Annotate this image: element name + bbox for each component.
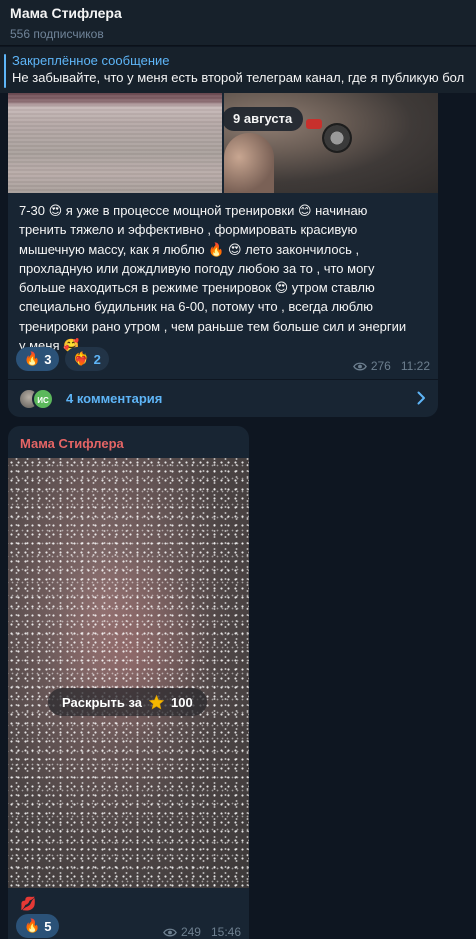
eye-icon <box>352 362 367 370</box>
comments-button[interactable]: ИС 4 комментария <box>8 379 438 417</box>
photo-wheel <box>322 123 352 153</box>
eye-icon <box>163 928 177 936</box>
view-count: 249 <box>180 925 201 939</box>
avatar: ИС <box>32 387 54 410</box>
message-bubble-post1: 9 августа 7-30 😍 я уже в процессе мощной… <box>8 93 438 417</box>
reaction-fire[interactable]: 🔥 5 <box>16 914 60 938</box>
reaction-fire[interactable]: 🔥 3 <box>16 347 60 371</box>
pinned-indicator <box>4 54 6 88</box>
reaction-count: 2 <box>93 351 101 367</box>
sender-name[interactable]: Мама Стифлера <box>20 436 124 451</box>
comments-label: 4 комментария <box>66 391 163 406</box>
message-line: специально будильник на 6-00, потому что… <box>19 299 373 315</box>
date-pill: 9 августа <box>222 107 304 131</box>
star-icon <box>148 694 165 709</box>
channel-header[interactable]: Мама Стифлера 556 подписчиков <box>0 0 476 46</box>
message-text: 7-30 😍 я уже в процессе мощной тренировк… <box>19 201 431 355</box>
message-time: 11:22 <box>400 359 430 373</box>
unlock-paid-media-button[interactable]: Раскрыть за 100 <box>48 688 207 716</box>
photo-object <box>306 119 322 129</box>
paid-media-preview[interactable]: Раскрыть за 100 <box>8 458 249 888</box>
unlock-price: 100 <box>171 694 193 710</box>
photo-hand <box>224 133 274 193</box>
pinned-message-bar[interactable]: Закреплённое сообщение Не забывайте, что… <box>0 47 476 93</box>
reactions: 🔥 5 <box>16 914 60 938</box>
message-text: 💋 <box>20 896 37 911</box>
channel-title[interactable]: Мама Стифлера <box>10 4 466 22</box>
message-line: тренировки рано утром , чем раньше тем б… <box>19 318 407 334</box>
heart-fire-icon: ❤️‍🔥 <box>73 351 90 366</box>
post-photo-1[interactable] <box>8 93 222 193</box>
fire-icon: 🔥 <box>24 918 41 933</box>
reaction-heart-fire[interactable]: ❤️‍🔥 2 <box>65 347 109 371</box>
subscriber-count: 556 подписчиков <box>10 27 104 41</box>
message-line: 7-30 😍 я уже в процессе мощной тренировк… <box>19 203 368 218</box>
message-meta: 249 15:46 <box>163 925 241 939</box>
view-count: 276 <box>370 359 391 373</box>
reaction-count: 5 <box>44 918 52 934</box>
message-line: прохладную или дождливую погоду любою за… <box>19 260 375 276</box>
unlock-label: Раскрыть за <box>62 694 142 710</box>
message-bubble-post2: Мама Стифлера Раскрыть за 100 💋 🔥 5 249 … <box>8 426 249 939</box>
message-meta: 276 11:22 <box>352 359 430 373</box>
fire-icon: 🔥 <box>24 351 41 366</box>
message-line: мышечную массу, как я люблю 🔥 😍 лето зак… <box>19 241 360 257</box>
pinned-text: Не забывайте, что у меня есть второй тел… <box>12 70 465 85</box>
message-line: больше находиться в режиме тренировок 😍 … <box>19 280 375 296</box>
message-line: тренить тяжело и эффективно , формироват… <box>19 222 358 238</box>
reactions: 🔥 3 ❤️‍🔥 2 <box>16 347 109 371</box>
message-time: 15:46 <box>210 925 241 939</box>
spoiler-overlay <box>8 458 249 888</box>
reaction-count: 3 <box>44 351 52 367</box>
pinned-title: Закреплённое сообщение <box>12 53 170 68</box>
chevron-right-icon <box>417 391 425 405</box>
